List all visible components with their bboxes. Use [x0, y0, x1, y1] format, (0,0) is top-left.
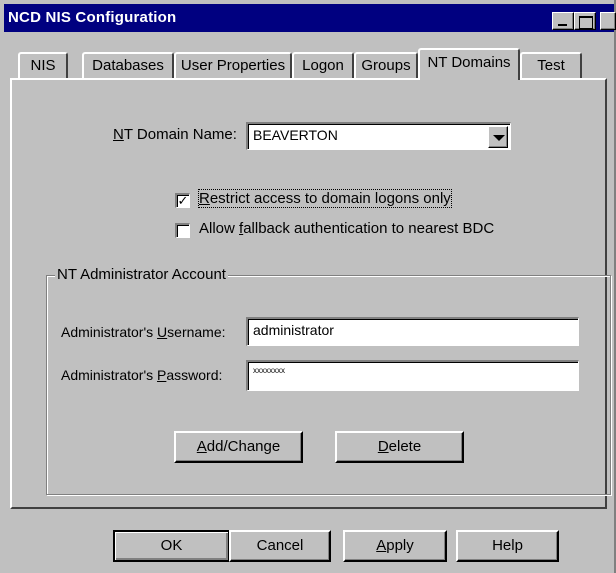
restrict-label[interactable]: Restrict access to domain logons only: [198, 189, 452, 208]
domain-name-combobox[interactable]: BEAVERTON: [246, 122, 511, 150]
tab-databases[interactable]: Databases: [82, 52, 174, 80]
password-label: Administrator's Password:: [61, 367, 223, 383]
add-change-button[interactable]: Add/Change: [174, 431, 303, 463]
tab-groups[interactable]: Groups: [354, 52, 418, 80]
password-mask: xxxxxxxx: [253, 366, 285, 375]
tab-label: Logon: [302, 57, 344, 74]
admin-account-group-title: NT Administrator Account: [55, 266, 228, 283]
username-value: administrator: [253, 322, 334, 338]
password-field[interactable]: xxxxxxxx: [246, 360, 579, 391]
dropdown-arrow-icon[interactable]: [488, 126, 508, 148]
restrict-checkbox[interactable]: ✓: [175, 193, 190, 208]
check-mark-icon: ✓: [177, 193, 189, 208]
title-bar[interactable]: NCD NIS Configuration: [4, 4, 616, 32]
username-label: Administrator's Username:: [61, 324, 226, 340]
fallback-label[interactable]: Allow fallback authentication to nearest…: [199, 220, 494, 237]
tab-user-properties[interactable]: User Properties: [174, 52, 292, 80]
tab-nt-domains[interactable]: NT Domains: [418, 48, 520, 80]
maximize-button[interactable]: [574, 12, 596, 30]
nt-domains-panel: NT Domain Name: BEAVERTON ✓ Restrict acc…: [10, 78, 611, 509]
delete-button[interactable]: Delete: [335, 431, 464, 463]
cancel-button[interactable]: Cancel: [229, 530, 331, 562]
domain-name-label: NT Domain Name:: [113, 126, 237, 143]
tab-label: Groups: [361, 57, 411, 74]
minimize-button[interactable]: [552, 12, 574, 30]
fallback-checkbox[interactable]: [175, 223, 190, 238]
tab-label: NIS: [30, 57, 56, 74]
tab-label: Databases: [92, 57, 164, 74]
tab-strip: NIS Databases User Properties Logon Grou…: [0, 48, 616, 80]
tab-label: NT Domains: [427, 54, 511, 71]
tab-test[interactable]: Test: [520, 52, 582, 80]
domain-name-value: BEAVERTON: [253, 127, 338, 143]
admin-account-group: NT Administrator Account Administrator's…: [46, 266, 611, 495]
help-button[interactable]: Help: [456, 530, 559, 562]
tab-label: Test: [537, 57, 565, 74]
tab-logon[interactable]: Logon: [292, 52, 354, 80]
tab-nis[interactable]: NIS: [18, 52, 68, 80]
window-title: NCD NIS Configuration: [8, 9, 177, 26]
ok-button[interactable]: OK: [113, 530, 230, 562]
username-field[interactable]: administrator: [246, 317, 579, 346]
dialog-window: NCD NIS Configuration NIS Databases User…: [0, 0, 616, 573]
close-button[interactable]: [600, 12, 616, 30]
apply-button[interactable]: Apply: [343, 530, 447, 562]
tab-label: User Properties: [180, 57, 286, 74]
